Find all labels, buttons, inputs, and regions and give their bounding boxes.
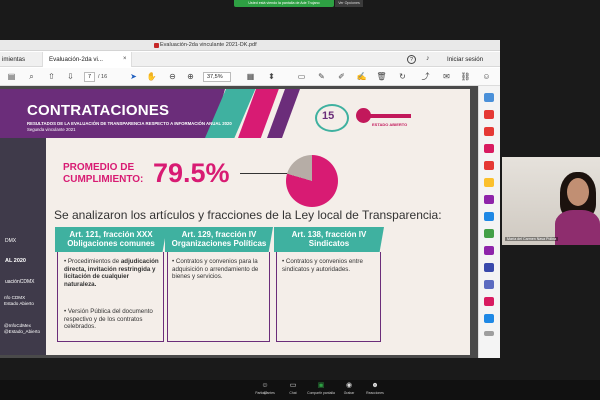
- slide-subtitle-2: Segunda vinculante 2021: [27, 127, 76, 132]
- chat-icon: ▭: [289, 382, 297, 389]
- page-total: / 16: [98, 74, 108, 80]
- highlight-icon[interactable]: ✐: [336, 71, 347, 82]
- sign-icon[interactable]: ✍: [356, 71, 367, 82]
- screen-share-notice: Usted está viendo la pantalla de Ade Tru…: [234, 0, 334, 7]
- comment-icon[interactable]: ▭: [296, 71, 307, 82]
- zoom-dropdown[interactable]: 37,5%: [203, 72, 231, 82]
- search-icon[interactable]: ⌕: [26, 71, 37, 82]
- bullet-1-1: • Procedimientos de adjudicación directa…: [64, 258, 159, 288]
- slide-title: CONTRATACIONES: [27, 102, 170, 119]
- rotate-icon[interactable]: ↻: [397, 71, 408, 82]
- participants-button[interactable]: ☺47 Participantes: [250, 382, 280, 395]
- organize-pages-icon[interactable]: [484, 195, 494, 204]
- page-down-icon[interactable]: ⇩: [65, 71, 76, 82]
- export-pdf-icon[interactable]: [484, 110, 494, 119]
- email-icon[interactable]: ✉: [441, 71, 452, 82]
- window-title: Evaluación-2da vinculante 2021-DK.pdf: [160, 42, 257, 48]
- anniversary-logo-text: 15: [322, 110, 335, 122]
- account-icon[interactable]: ☺: [481, 71, 492, 82]
- search-tool-icon[interactable]: [484, 93, 494, 102]
- share-screen-icon: ▣: [317, 382, 325, 389]
- bell-icon[interactable]: ♪: [426, 55, 430, 62]
- hand-icon[interactable]: ✋: [146, 71, 157, 82]
- protect-icon[interactable]: [484, 280, 494, 289]
- analysis-heading: Se analizaron los artículos y fracciones…: [54, 208, 442, 222]
- comment-tool-icon[interactable]: [484, 178, 494, 187]
- compress-icon[interactable]: [484, 229, 494, 238]
- fit-page-icon[interactable]: ▦: [245, 71, 256, 82]
- compliance-pie-chart: [286, 155, 338, 207]
- connector-line: [240, 173, 290, 174]
- collapse-rail-icon[interactable]: [484, 331, 494, 336]
- send-review-icon[interactable]: [484, 263, 494, 272]
- slide-subtitle: RESULTADOS DE LA EVALUACIÓN DE TRANSPARE…: [27, 121, 232, 126]
- side-text-hashtag: uaciónCDMX: [5, 279, 35, 285]
- select-cursor-icon[interactable]: ➤: [128, 71, 139, 82]
- bullet-2-1: • Contratos y convenios para la adquisic…: [172, 258, 259, 281]
- share-icon[interactable]: ⤴: [420, 71, 431, 82]
- bullet-3-1: • Contratos y convenios entre sindicatos…: [282, 258, 363, 273]
- zoom-out-icon[interactable]: ⊖: [167, 71, 178, 82]
- create-pdf-icon[interactable]: [484, 127, 494, 136]
- print-icon[interactable]: ▤: [6, 71, 17, 82]
- pen-icon[interactable]: ✎: [316, 71, 327, 82]
- estado-abierto-logo: ESTADO ABIERTO: [372, 122, 408, 127]
- side-text-accounts: nfo CDMX Estado Abierto: [4, 295, 34, 306]
- chat-button[interactable]: ▭ Chat: [278, 382, 308, 395]
- close-tab-icon[interactable]: ×: [123, 52, 127, 67]
- redact-icon[interactable]: [484, 297, 494, 306]
- average-label: PROMEDIO DE CUMPLIMIENTO:: [63, 162, 144, 185]
- side-text-year: AL 2020: [5, 258, 26, 264]
- reactions-icon: ☻: [371, 382, 379, 389]
- pdf-icon: [154, 43, 159, 48]
- column-header-3: Art. 138, fracción IV Sindicatos: [274, 227, 384, 252]
- tab-document[interactable]: Evaluación-2da vi...: [42, 52, 132, 67]
- column-header-2: Art. 129, fracción IV Organizaciones Pol…: [165, 227, 273, 252]
- more-tools-icon[interactable]: [484, 314, 494, 323]
- record-icon: ◉: [345, 382, 353, 389]
- average-value: 79.5%: [153, 158, 230, 188]
- participant-name: María del Carmen Nava Polina: [505, 237, 559, 241]
- share-screen-button[interactable]: ▣ Compartir pantalla: [306, 382, 336, 395]
- combine-files-icon[interactable]: [484, 161, 494, 170]
- view-options-button[interactable]: Ver Opciones: [335, 0, 363, 7]
- scroll-mode-icon[interactable]: ⬍: [266, 71, 277, 82]
- edit-pdf-icon[interactable]: [484, 144, 494, 153]
- scan-icon[interactable]: [484, 212, 494, 221]
- side-text-handles: @InfoCdMex @Estado_Abierto: [4, 323, 41, 334]
- key-logo-bar: [369, 114, 411, 118]
- participant-body: [555, 210, 600, 245]
- fill-sign-icon[interactable]: [484, 246, 494, 255]
- participant-face: [567, 178, 589, 206]
- bullet-1-2: • Versión Pública del documento respecti…: [64, 308, 153, 331]
- tab-tools[interactable]: imientas: [0, 52, 40, 67]
- page-number-input[interactable]: 7: [84, 72, 95, 82]
- delete-icon[interactable]: 🗑: [376, 71, 387, 82]
- help-icon[interactable]: ?: [407, 55, 416, 64]
- signin-link[interactable]: Iniciar sesión: [447, 52, 483, 67]
- zoom-in-icon[interactable]: ⊕: [185, 71, 196, 82]
- reactions-button[interactable]: ☻ Reacciones: [360, 382, 390, 395]
- page-up-icon[interactable]: ⇧: [46, 71, 57, 82]
- column-header-1: Art. 121, fracción XXX Obligaciones comu…: [55, 227, 167, 252]
- participants-icon: ☺47: [261, 382, 269, 395]
- screen: Usted está viendo la pantalla de Ade Tru…: [0, 0, 600, 400]
- side-text-dmx: DMX: [5, 238, 17, 244]
- link-icon[interactable]: ⛓: [460, 71, 471, 82]
